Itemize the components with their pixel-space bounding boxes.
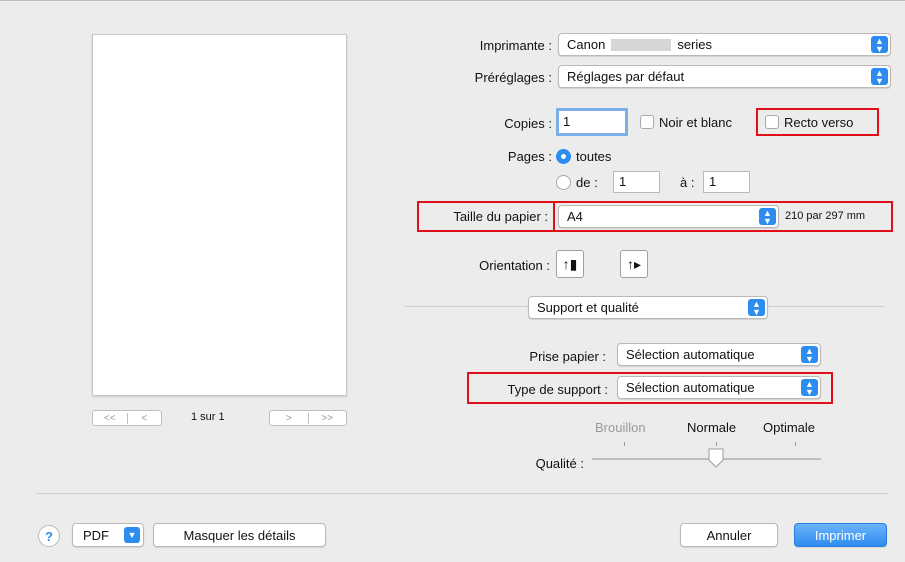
printer-label: Imprimante :	[479, 38, 552, 53]
quality-draft-label: Brouillon	[595, 420, 646, 435]
section-value: Support et qualité	[537, 300, 639, 315]
first-page-button[interactable]: <<	[93, 413, 127, 424]
printer-name-suffix: series	[677, 37, 712, 52]
printer-popup[interactable]: Canon series ▲ ▼	[558, 33, 891, 56]
paper-size-label: Taille du papier :	[453, 209, 548, 224]
quality-slider-thumb[interactable]	[706, 448, 726, 468]
chevron-updown-icon: ▲ ▼	[801, 379, 818, 396]
quality-tick	[624, 442, 625, 446]
pages-range-radio[interactable]	[556, 175, 571, 190]
chevron-updown-icon: ▲ ▼	[871, 68, 888, 85]
chevron-down-icon: ▼	[124, 527, 140, 543]
quality-high-label: Optimale	[763, 420, 816, 435]
printer-name-prefix: Canon	[567, 37, 606, 52]
duplex-label: Recto verso	[784, 115, 854, 130]
quality-tick	[716, 442, 717, 446]
pdf-label: PDF	[83, 527, 109, 543]
preview-forward-buttons[interactable]: > >>	[269, 410, 347, 426]
copies-label: Copies :	[504, 116, 552, 131]
quality-normal-label: Normale	[687, 420, 737, 435]
pdf-menu-button[interactable]: PDF ▼	[72, 523, 144, 547]
orientation-label: Orientation :	[479, 258, 550, 273]
media-type-popup[interactable]: Sélection automatique ▲ ▼	[617, 376, 821, 399]
chevron-updown-icon: ▲ ▼	[759, 208, 776, 225]
paper-source-label: Prise papier :	[529, 349, 606, 364]
page-indicator: 1 sur 1	[191, 411, 225, 423]
last-page-button[interactable]: >>	[307, 412, 347, 424]
paper-source-value: Sélection automatique	[626, 347, 755, 362]
copies-field[interactable]: 1	[556, 108, 628, 136]
bottom-divider	[36, 493, 888, 494]
printer-model-redacted	[611, 38, 672, 51]
portrait-icon: ↑▮	[562, 255, 578, 272]
duplex-checkbox[interactable]	[765, 115, 779, 129]
presets-popup[interactable]: Réglages par défaut ▲ ▼	[558, 65, 891, 88]
pages-to-label: à :	[680, 175, 695, 190]
presets-value: Réglages par défaut	[567, 69, 685, 84]
hide-details-button[interactable]: Masquer les détails	[153, 523, 326, 547]
cancel-button[interactable]: Annuler	[680, 523, 778, 547]
media-type-label: Type de support :	[507, 382, 608, 397]
chevron-updown-icon: ▲ ▼	[748, 299, 765, 316]
prev-page-button[interactable]: <	[126, 412, 162, 424]
landscape-icon: ↑▸	[626, 255, 642, 272]
quality-label: Qualité :	[535, 456, 584, 471]
paper-dimensions: 210 par 297 mm	[785, 210, 866, 222]
presets-label: Préréglages :	[474, 70, 552, 85]
chevron-updown-icon: ▲ ▼	[801, 346, 818, 363]
pages-to-field[interactable]: 1	[703, 171, 750, 193]
landscape-button[interactable]: ↑▸	[620, 250, 648, 278]
pages-all-label: toutes	[576, 149, 612, 164]
paper-size-value: A4	[567, 209, 583, 224]
bw-checkbox[interactable]	[640, 115, 654, 129]
window-top-border	[0, 0, 905, 1]
pages-from-label: de :	[576, 175, 598, 190]
portrait-button[interactable]: ↑▮	[556, 250, 584, 278]
bw-label: Noir et blanc	[659, 115, 732, 130]
print-button[interactable]: Imprimer	[794, 523, 887, 547]
pages-from-field[interactable]: 1	[613, 171, 660, 193]
paper-size-popup[interactable]: A4 ▲ ▼	[558, 205, 779, 228]
pages-label: Pages :	[507, 149, 552, 164]
preview-back-buttons[interactable]: << <	[92, 410, 162, 426]
next-page-button[interactable]: >	[270, 413, 308, 424]
chevron-updown-icon: ▲ ▼	[871, 36, 888, 53]
print-preview	[92, 34, 347, 396]
quality-tick	[795, 442, 796, 446]
media-type-value: Sélection automatique	[626, 380, 755, 395]
pages-all-radio[interactable]	[556, 149, 571, 164]
section-popup[interactable]: Support et qualité ▲ ▼	[528, 296, 768, 319]
help-button[interactable]: ?	[38, 525, 60, 547]
paper-source-popup[interactable]: Sélection automatique ▲ ▼	[617, 343, 821, 366]
